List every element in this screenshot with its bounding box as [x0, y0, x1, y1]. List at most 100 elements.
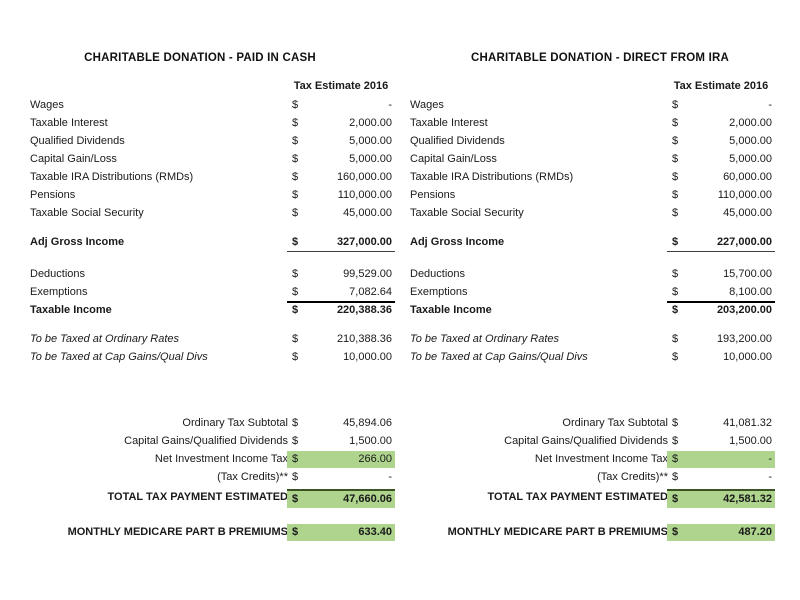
currency-symbol: $ [672, 117, 679, 129]
table-row-taxable-interest[interactable]: Taxable Interest $ 2,000.00 [0, 115, 400, 132]
row-value-cell[interactable]: $ 160,000.00 [287, 169, 395, 186]
row-value-cell[interactable]: $ 220,388.36 [287, 302, 395, 319]
table-row-cap-gains-rates[interactable]: To be Taxed at Cap Gains/Qual Divs $ 10,… [400, 349, 800, 366]
row-value-cell[interactable]: $ 110,000.00 [287, 187, 395, 204]
row-amount: 487.20 [738, 526, 772, 538]
row-label: (Tax Credits)** [217, 471, 288, 483]
table-row-capital-gains-qualified-dividends[interactable]: Capital Gains/Qualified Dividends $ 1,50… [400, 433, 800, 450]
table-row-pensions[interactable]: Pensions $ 110,000.00 [400, 187, 800, 204]
row-value-cell[interactable]: $ 5,000.00 [287, 151, 395, 168]
row-amount: - [388, 471, 392, 483]
table-row-taxable-income[interactable]: Taxable Income $ 220,388.36 [0, 302, 400, 319]
row-value-cell[interactable]: $ 2,000.00 [667, 115, 775, 132]
table-row-net-investment-income-tax[interactable]: Net Investment Income Tax $ - [400, 451, 800, 468]
row-value-cell[interactable]: $ 7,082.64 [287, 284, 395, 303]
row-value-cell[interactable]: $ 203,200.00 [667, 302, 775, 319]
column-title: CHARITABLE DONATION - PAID IN CASH [84, 52, 316, 64]
table-row-total-tax-payment-estimated[interactable]: TOTAL TAX PAYMENT ESTIMATED $ 42,581.32 [400, 489, 800, 508]
table-row-wages[interactable]: Wages $ - [0, 97, 400, 114]
table-row-adj-gross-income[interactable]: Adj Gross Income $ 227,000.00 [400, 234, 800, 252]
row-value-cell-highlighted[interactable]: $ - [667, 451, 775, 468]
table-row-taxable-income[interactable]: Taxable Income $ 203,200.00 [400, 302, 800, 319]
row-value-cell[interactable]: $ 110,000.00 [667, 187, 775, 204]
table-row-tax-credits[interactable]: (Tax Credits)** $ - [400, 469, 800, 486]
row-label: Taxable Social Security [410, 207, 524, 219]
table-row-capital-gain-loss[interactable]: Capital Gain/Loss $ 5,000.00 [0, 151, 400, 168]
row-value-cell-highlighted[interactable]: $ 266.00 [287, 451, 395, 468]
row-value-cell[interactable]: $ 60,000.00 [667, 169, 775, 186]
table-row-capital-gain-loss[interactable]: Capital Gain/Loss $ 5,000.00 [400, 151, 800, 168]
row-value-cell[interactable]: $ 45,000.00 [667, 205, 775, 222]
currency-symbol: $ [672, 286, 679, 298]
table-row-cap-gains-rates[interactable]: To be Taxed at Cap Gains/Qual Divs $ 10,… [0, 349, 400, 366]
table-row-ordinary-tax-subtotal[interactable]: Ordinary Tax Subtotal $ 45,894.06 [0, 415, 400, 432]
row-value-cell[interactable]: $ - [667, 469, 775, 486]
row-value-cell[interactable]: $ 2,000.00 [287, 115, 395, 132]
currency-symbol: $ [292, 189, 299, 201]
row-value-cell-highlighted[interactable]: $ 633.40 [287, 524, 395, 541]
table-row-deductions[interactable]: Deductions $ 15,700.00 [400, 266, 800, 283]
currency-symbol: $ [292, 417, 299, 429]
table-row-total-tax-payment-estimated[interactable]: TOTAL TAX PAYMENT ESTIMATED $ 47,660.06 [0, 489, 400, 508]
table-row-monthly-medicare-part-b-premiums[interactable]: MONTHLY MEDICARE PART B PREMIUMS $ 633.4… [0, 524, 400, 541]
row-value-cell-highlighted[interactable]: $ 47,660.06 [287, 489, 395, 508]
row-value-cell[interactable]: $ - [287, 97, 395, 114]
row-value-cell[interactable]: $ 1,500.00 [667, 433, 775, 450]
currency-symbol: $ [292, 453, 299, 465]
row-value-cell[interactable]: $ 327,000.00 [287, 234, 395, 252]
worksheet: CHARITABLE DONATION - PAID IN CASH Tax E… [0, 0, 800, 600]
currency-symbol: $ [672, 417, 679, 429]
table-row-ordinary-tax-subtotal[interactable]: Ordinary Tax Subtotal $ 41,081.32 [400, 415, 800, 432]
comparison-column-paid-in-cash: CHARITABLE DONATION - PAID IN CASH Tax E… [0, 0, 400, 600]
row-value-cell[interactable]: $ 99,529.00 [287, 266, 395, 283]
row-value-cell[interactable]: $ 45,000.00 [287, 205, 395, 222]
row-value-cell[interactable]: $ 210,388.36 [287, 331, 395, 348]
table-row-monthly-medicare-part-b-premiums[interactable]: MONTHLY MEDICARE PART B PREMIUMS $ 487.2… [400, 524, 800, 541]
table-row-taxable-ira-distributions[interactable]: Taxable IRA Distributions (RMDs) $ 160,0… [0, 169, 400, 186]
table-row-wages[interactable]: Wages $ - [400, 97, 800, 114]
table-row-taxable-social-security[interactable]: Taxable Social Security $ 45,000.00 [0, 205, 400, 222]
row-value-cell[interactable]: $ 41,081.32 [667, 415, 775, 432]
table-row-pensions[interactable]: Pensions $ 110,000.00 [0, 187, 400, 204]
row-amount: 2,000.00 [729, 117, 772, 129]
row-amount: 5,000.00 [349, 135, 392, 147]
currency-symbol: $ [292, 286, 299, 298]
column-header-row: Tax Estimate 2016 [400, 78, 800, 95]
currency-symbol: $ [292, 207, 299, 219]
row-value-cell[interactable]: $ 15,700.00 [667, 266, 775, 283]
row-value-cell[interactable]: $ 8,100.00 [667, 284, 775, 303]
table-row-ordinary-rates[interactable]: To be Taxed at Ordinary Rates $ 210,388.… [0, 331, 400, 348]
table-row-adj-gross-income[interactable]: Adj Gross Income $ 327,000.00 [0, 234, 400, 252]
row-value-cell[interactable]: $ - [287, 469, 395, 486]
row-label: Exemptions [30, 286, 88, 298]
row-value-cell[interactable]: $ 227,000.00 [667, 234, 775, 252]
row-value-cell[interactable]: $ 5,000.00 [667, 133, 775, 150]
currency-symbol: $ [672, 153, 679, 165]
row-value-cell[interactable]: $ 1,500.00 [287, 433, 395, 450]
row-value-cell[interactable]: $ 193,200.00 [667, 331, 775, 348]
table-row-deductions[interactable]: Deductions $ 99,529.00 [0, 266, 400, 283]
row-value-cell[interactable]: $ 5,000.00 [287, 133, 395, 150]
table-row-capital-gains-qualified-dividends[interactable]: Capital Gains/Qualified Dividends $ 1,50… [0, 433, 400, 450]
table-row-qualified-dividends[interactable]: Qualified Dividends $ 5,000.00 [400, 133, 800, 150]
table-row-taxable-ira-distributions[interactable]: Taxable IRA Distributions (RMDs) $ 60,00… [400, 169, 800, 186]
row-value-cell-highlighted[interactable]: $ 42,581.32 [667, 489, 775, 508]
row-label: Deductions [410, 268, 466, 280]
row-label: To be Taxed at Ordinary Rates [30, 333, 179, 345]
table-row-qualified-dividends[interactable]: Qualified Dividends $ 5,000.00 [0, 133, 400, 150]
table-row-ordinary-rates[interactable]: To be Taxed at Ordinary Rates $ 193,200.… [400, 331, 800, 348]
currency-symbol: $ [292, 236, 299, 248]
row-value-cell[interactable]: $ 5,000.00 [667, 151, 775, 168]
row-value-cell[interactable]: $ 45,894.06 [287, 415, 395, 432]
table-row-exemptions[interactable]: Exemptions $ 8,100.00 [400, 284, 800, 303]
table-row-net-investment-income-tax[interactable]: Net Investment Income Tax $ 266.00 [0, 451, 400, 468]
table-row-exemptions[interactable]: Exemptions $ 7,082.64 [0, 284, 400, 303]
row-amount: 8,100.00 [729, 286, 772, 298]
table-row-tax-credits[interactable]: (Tax Credits)** $ - [0, 469, 400, 486]
table-row-taxable-interest[interactable]: Taxable Interest $ 2,000.00 [400, 115, 800, 132]
table-row-taxable-social-security[interactable]: Taxable Social Security $ 45,000.00 [400, 205, 800, 222]
row-value-cell[interactable]: $ - [667, 97, 775, 114]
row-value-cell-highlighted[interactable]: $ 487.20 [667, 524, 775, 541]
row-value-cell[interactable]: $ 10,000.00 [287, 349, 395, 366]
row-value-cell[interactable]: $ 10,000.00 [667, 349, 775, 366]
